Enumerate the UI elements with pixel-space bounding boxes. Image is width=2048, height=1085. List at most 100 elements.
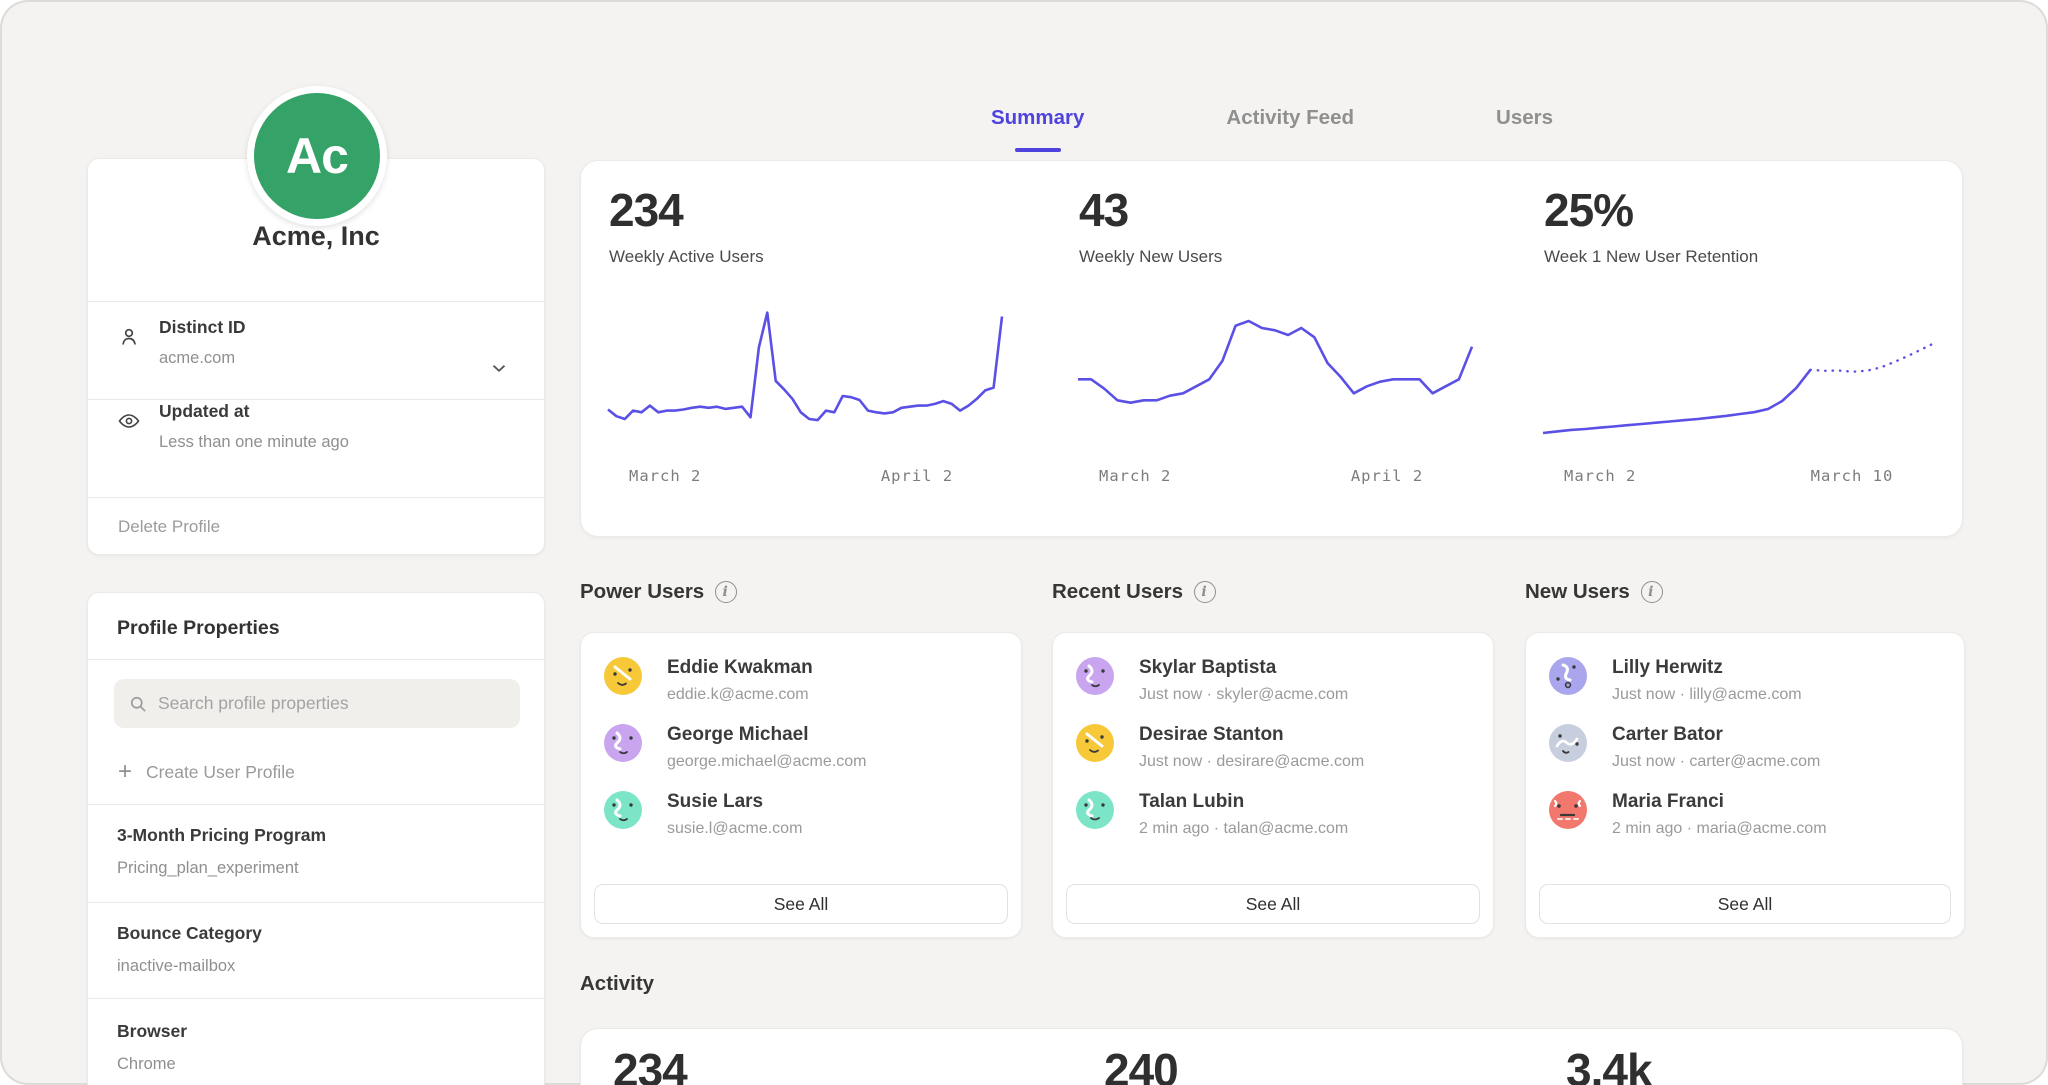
user-meta: susie.l@acme.com (667, 820, 802, 838)
property-name: Browser (117, 1021, 187, 1042)
tab-summary[interactable]: Summary (991, 106, 1084, 148)
user-name: Talan Lubin (1139, 791, 1244, 813)
user-row[interactable]: Talan Lubin 2 min ago · talan@acme.com (1076, 789, 1473, 847)
weekly-active-users-value: 234 (609, 183, 683, 237)
recent-users-card: Skylar Baptista Just now · skyler@acme.c… (1052, 632, 1494, 938)
user-avatar (1076, 724, 1114, 762)
weekly-new-users-label: Weekly New Users (1079, 247, 1222, 267)
distinct-id-label: Distinct ID (159, 317, 246, 338)
new-users-title: New Users (1525, 580, 1630, 604)
user-row[interactable]: Carter Bator Just now · carter@acme.com (1549, 722, 1944, 780)
person-icon (117, 325, 141, 349)
see-all-button[interactable]: See All (1066, 884, 1480, 924)
delete-profile-button[interactable]: Delete Profile (88, 497, 544, 556)
weekly-active-users-chart (605, 299, 1005, 457)
user-row[interactable]: Skylar Baptista Just now · skyler@acme.c… (1076, 655, 1473, 713)
updated-at-value: Less than one minute ago (159, 433, 349, 452)
updated-at-label: Updated at (159, 401, 249, 422)
user-row[interactable]: Lilly Herwitz Just now · lilly@acme.com (1549, 655, 1944, 713)
x-axis-label: March 2 (1564, 467, 1636, 485)
x-axis-label: March 2 (629, 467, 701, 485)
property-value: Pricing_plan_experiment (117, 859, 299, 878)
user-avatar (604, 657, 642, 695)
power-users-title: Power Users (580, 580, 704, 604)
user-avatar (1549, 657, 1587, 695)
user-meta: Just now · lilly@acme.com (1612, 686, 1802, 704)
property-name: Bounce Category (117, 923, 262, 944)
user-row[interactable]: Susie Lars susie.l@acme.com (604, 789, 1001, 847)
x-axis-label: March 10 (1811, 467, 1894, 485)
user-meta: Just now · skyler@acme.com (1139, 686, 1348, 704)
avatar-face-icon (1076, 791, 1114, 829)
company-avatar: Ac (247, 86, 387, 226)
power-users-heading: Power Users i (580, 580, 737, 604)
user-row[interactable]: Eddie Kwakman eddie.k@acme.com (604, 655, 1001, 713)
new-users-heading: New Users i (1525, 580, 1663, 604)
user-avatar (1549, 791, 1587, 829)
avatar-face-icon (604, 791, 642, 829)
stat-weekly-new-users: 43 Weekly New Users March 2 April 2 (1051, 161, 1503, 536)
avatar-face-icon (1549, 724, 1587, 762)
user-avatar (1076, 657, 1114, 695)
user-meta: george.michael@acme.com (667, 753, 866, 771)
user-row[interactable]: Maria Franci 2 min ago · maria@acme.com (1549, 789, 1944, 847)
create-user-profile-button[interactable]: + Create User Profile (118, 753, 295, 791)
chevron-down-icon[interactable] (488, 357, 510, 379)
tab-activity-feed[interactable]: Activity Feed (1226, 106, 1354, 148)
avatar-face-icon (1549, 657, 1587, 695)
profile-dashboard: Ac Acme, Inc Distinct ID acme.com Update… (0, 0, 2048, 1085)
property-value: inactive-mailbox (117, 957, 235, 976)
user-name: Carter Bator (1612, 724, 1723, 746)
x-axis-label: April 2 (1351, 467, 1423, 485)
avatar-face-icon (1076, 657, 1114, 695)
activity-stat: 234 (613, 1043, 687, 1085)
avatar-face-icon (1549, 791, 1587, 829)
company-avatar-initials: Ac (286, 127, 348, 185)
plus-icon: + (118, 760, 132, 784)
eye-icon (117, 409, 141, 433)
activity-stat: 240 (1104, 1043, 1178, 1085)
weekly-active-users-label: Weekly Active Users (609, 247, 764, 267)
info-icon[interactable]: i (1194, 581, 1216, 603)
user-row[interactable]: Desirae Stanton Just now · desirare@acme… (1076, 722, 1473, 780)
tab-users[interactable]: Users (1496, 106, 1553, 148)
create-user-profile-label: Create User Profile (146, 762, 295, 783)
user-name: Desirae Stanton (1139, 724, 1284, 746)
avatar-face-icon (604, 724, 642, 762)
distinct-id-value: acme.com (159, 349, 235, 368)
user-avatar (604, 724, 642, 762)
info-icon[interactable]: i (1641, 581, 1663, 603)
user-name: Eddie Kwakman (667, 657, 813, 679)
new-users-card: Lilly Herwitz Just now · lilly@acme.com … (1525, 632, 1965, 938)
info-icon[interactable]: i (715, 581, 737, 603)
user-name: George Michael (667, 724, 809, 746)
week1-retention-label: Week 1 New User Retention (1544, 247, 1758, 267)
user-avatar (1076, 791, 1114, 829)
divider (88, 998, 544, 999)
user-meta: 2 min ago · maria@acme.com (1612, 820, 1827, 838)
recent-users-title: Recent Users (1052, 580, 1183, 604)
user-meta: 2 min ago · talan@acme.com (1139, 820, 1348, 838)
user-row[interactable]: George Michael george.michael@acme.com (604, 722, 1001, 780)
avatar-face-icon (1076, 724, 1114, 762)
week1-retention-value: 25% (1544, 183, 1633, 237)
property-name: 3-Month Pricing Program (117, 825, 326, 846)
user-name: Lilly Herwitz (1612, 657, 1723, 679)
search-icon (128, 694, 148, 714)
weekly-new-users-chart (1075, 299, 1475, 457)
power-users-card: Eddie Kwakman eddie.k@acme.com George Mi… (580, 632, 1022, 938)
see-all-button[interactable]: See All (1539, 884, 1951, 924)
search-input[interactable] (158, 693, 520, 714)
divider (88, 902, 544, 903)
search-profile-properties[interactable] (114, 679, 520, 728)
summary-stats-card: 234 Weekly Active Users March 2 April 2 … (580, 160, 1963, 537)
activity-card: 234 240 3.4k (580, 1028, 1963, 1085)
user-meta: Just now · desirare@acme.com (1139, 753, 1364, 771)
user-avatar (604, 791, 642, 829)
profile-properties-title: Profile Properties (117, 617, 280, 640)
user-name: Skylar Baptista (1139, 657, 1276, 679)
user-meta: Just now · carter@acme.com (1612, 753, 1820, 771)
profile-tabs: Summary Activity Feed Users (580, 106, 1964, 148)
see-all-button[interactable]: See All (594, 884, 1008, 924)
week1-retention-chart (1540, 299, 1940, 457)
